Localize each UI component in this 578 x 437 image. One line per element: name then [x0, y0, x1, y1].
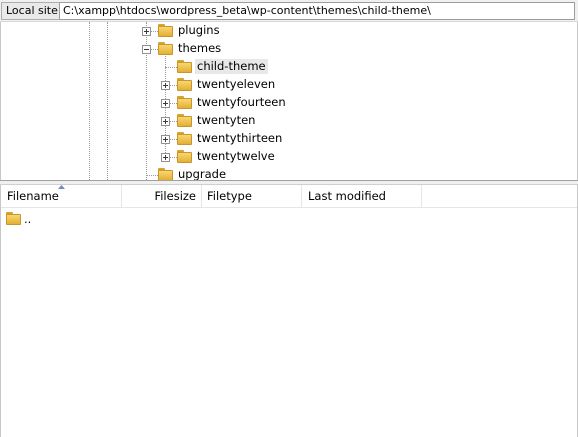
folder-icon	[6, 212, 21, 225]
file-list[interactable]: Filename Filesize Filetype Last modified…	[0, 185, 578, 437]
local-site-bar: Local site: C:\xampp\htdocs\wordpress_be…	[0, 0, 578, 22]
tree-node-twentytwelve[interactable]: twentytwelve	[195, 149, 277, 164]
tree-expander-icon[interactable]	[142, 27, 151, 36]
directory-tree[interactable]: plugins themes child-theme twentyeleven …	[0, 22, 578, 180]
folder-icon	[158, 42, 173, 55]
folder-icon	[177, 132, 192, 145]
folder-icon	[177, 60, 192, 73]
folder-icon	[177, 114, 192, 127]
tree-node-twentyten[interactable]: twentyten	[195, 113, 257, 128]
tree-node-child-theme[interactable]: child-theme	[195, 59, 268, 74]
folder-icon	[177, 78, 192, 91]
tree-node-twentyeleven[interactable]: twentyeleven	[195, 77, 277, 92]
file-list-row[interactable]: ..	[1, 209, 577, 229]
tree-node-twentythirteen[interactable]: twentythirteen	[195, 131, 284, 146]
file-list-header: Filename Filesize Filetype Last modified	[1, 185, 577, 208]
column-header-last-modified[interactable]: Last modified	[302, 185, 422, 208]
tree-expander-icon[interactable]	[161, 117, 170, 126]
tree-node-plugins[interactable]: plugins	[176, 23, 222, 38]
tree-node-upgrade[interactable]: upgrade	[176, 167, 228, 180]
tree-expander-icon[interactable]	[161, 135, 170, 144]
folder-icon	[177, 150, 192, 163]
tree-expander-icon[interactable]	[161, 99, 170, 108]
local-site-path-input[interactable]: C:\xampp\htdocs\wordpress_beta\wp-conten…	[59, 2, 575, 20]
tree-expander-icon[interactable]	[161, 81, 170, 90]
sort-ascending-icon	[58, 185, 65, 189]
tree-expander-icon[interactable]	[161, 153, 170, 162]
tree-guide-line	[89, 22, 90, 180]
tree-guide-line	[107, 22, 108, 180]
tree-expander-icon[interactable]	[142, 45, 151, 54]
file-name-parent-directory[interactable]: ..	[24, 211, 31, 227]
column-header-filetype[interactable]: Filetype	[202, 185, 302, 208]
tree-node-twentyfourteen[interactable]: twentyfourteen	[195, 95, 288, 110]
folder-icon	[158, 168, 173, 180]
local-site-label: Local site:	[1, 2, 67, 20]
folder-icon	[158, 24, 173, 37]
folder-icon	[177, 96, 192, 109]
column-header-filesize[interactable]: Filesize	[122, 185, 202, 208]
tree-node-themes[interactable]: themes	[176, 41, 223, 56]
